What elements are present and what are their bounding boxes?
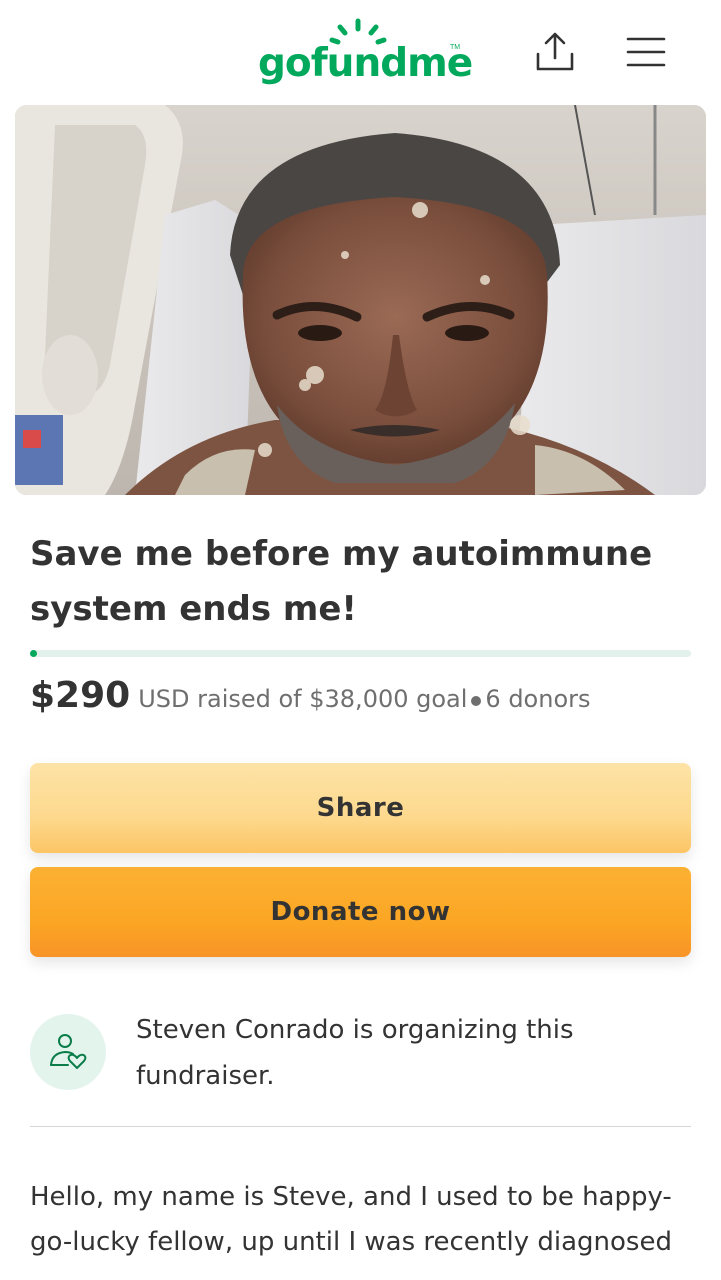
donor-count[interactable]: 6 donors [485, 685, 590, 713]
raised-amount: $290 [30, 675, 131, 716]
story-text: Hello, my name is Steve, and I used to b… [30, 1182, 672, 1257]
logo-wordmark: gofundme [258, 41, 473, 86]
raised-goal-text: USD raised of $38,000 goal [138, 685, 468, 713]
raised-summary: $290 USD raised of $38,000 goal 6 donors [30, 675, 700, 716]
donate-now-button[interactable]: Donate now [30, 867, 691, 957]
logo-trademark: TM [450, 44, 461, 51]
campaign-photo[interactable] [15, 105, 706, 495]
progress-bar-fill [30, 650, 37, 657]
separator-dot [471, 696, 482, 707]
progress-bar [30, 650, 691, 657]
gofundme-logo[interactable]: gofundme TM [258, 14, 473, 90]
organizer-text[interactable]: Steven Conrado is organizing this fundra… [136, 1007, 656, 1099]
hamburger-menu-icon[interactable] [626, 36, 666, 68]
header: gofundme TM [0, 0, 721, 100]
person-heart-icon [50, 1034, 87, 1069]
campaign-title: Save me before my autoimmune system ends… [30, 534, 653, 629]
share-button[interactable]: Share [30, 763, 691, 853]
section-divider [30, 1126, 691, 1127]
share-upload-icon[interactable] [534, 30, 576, 74]
organizer-avatar [30, 1014, 106, 1090]
